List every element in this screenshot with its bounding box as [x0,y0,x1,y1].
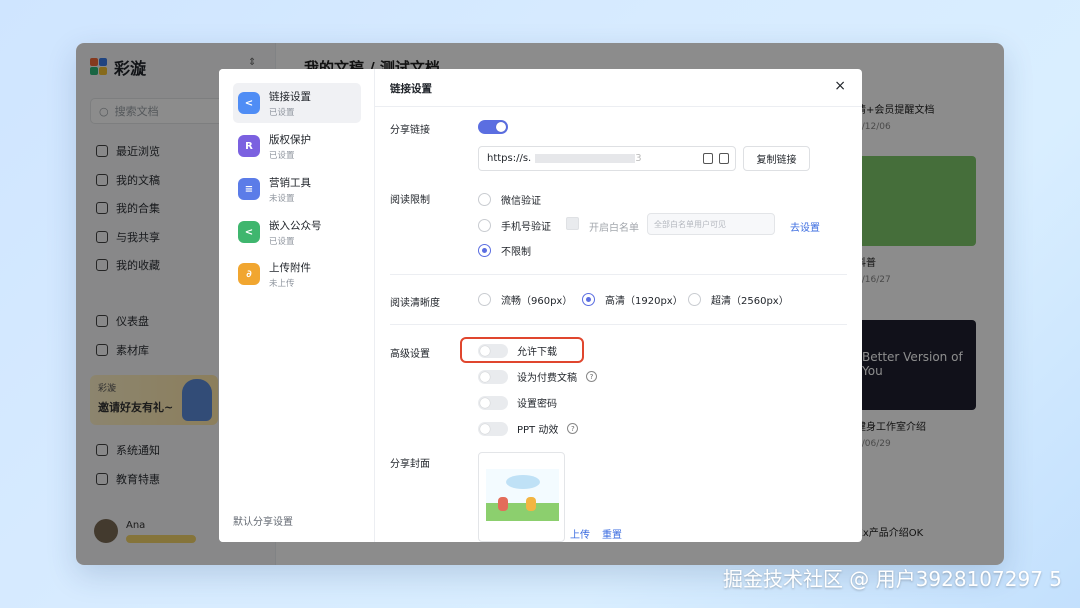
tab-label: 链接设置 [269,90,311,103]
cover-grass [486,503,559,521]
tab-label: 嵌入公众号 [269,219,322,232]
radio-clarity-hd[interactable]: 高清（1920px） [582,292,683,307]
modal-tab-wechat-embed[interactable]: < 嵌入公众号已设置 [233,212,361,252]
share-link-field[interactable]: https://s. 3 [478,146,736,171]
close-icon[interactable]: × [834,79,846,93]
radio-circle [478,193,491,206]
modal-sidebar: < 链接设置 已设置 R 版权保护 已设置 ≡ 营销工具 未设置 < 嵌入公众号 已设置… [219,69,375,542]
toggle-label: 设置密码 [517,399,557,410]
qr-code-icon[interactable] [719,153,729,164]
radio-label: 超清（2560px） [711,296,789,307]
radio-circle [478,244,491,257]
share-cover-image[interactable] [478,452,565,542]
marketing-icon: ≡ [238,178,260,200]
radio-label: 微信验证 [501,196,541,207]
toggle-label: 设为付费文稿 [517,373,577,384]
radio-wechat-verify[interactable]: 微信验证 [478,192,541,207]
modal-tab-marketing[interactable]: ≡ 营销工具未设置 [233,169,361,209]
paid-doc-toggle[interactable] [478,369,508,384]
tab-label: 上传附件 [269,261,311,274]
radio-label: 流畅（960px） [501,296,573,307]
tab-label: 营销工具 [269,176,311,189]
password-toggle[interactable] [478,395,508,410]
tab-status: 已设置 [269,107,295,118]
radio-clarity-smooth[interactable]: 流畅（960px） [478,292,572,307]
copy-file-icon[interactable] [703,153,713,164]
radio-circle [582,293,595,306]
modal-tab-attachment[interactable]: ∂ 上传附件未上传 [233,254,361,294]
cover-figure [498,497,508,511]
modal-tab-link-settings[interactable]: < 链接设置已设置 [233,83,361,123]
cover-thumbnail [486,469,559,521]
whitelist-checkbox[interactable] [566,217,579,230]
tab-status: 未设置 [269,193,295,204]
read-limit-label: 阅读限制 [390,195,430,206]
help-icon[interactable]: ? [586,371,597,382]
modal-content: 链接设置 × 分享链接 https://s. 3 复制链接 阅读限制 微信验证 … [375,69,862,542]
attachment-icon: ∂ [238,263,260,285]
go-settings-link[interactable]: 去设置 [790,219,820,234]
ppt-animation-toggle[interactable] [478,421,508,436]
modal-header: 链接设置 × [375,69,862,107]
whitelist-label: 开启白名单 [589,223,639,234]
default-share-settings-link[interactable]: 默认分享设置 [233,513,293,528]
whitelist-input[interactable]: 全部白名单用户可见 [647,213,775,235]
share-link-label: 分享链接 [390,125,430,136]
modal-tab-copyright[interactable]: R 版权保护已设置 [233,126,361,166]
watermark: 掘金技术社区 @ 用户3928107297 5 [722,567,1062,591]
radio-label: 高清（1920px） [605,296,683,307]
wechat-embed-icon: < [238,221,260,243]
radio-circle [478,293,491,306]
modal-title: 链接设置 [390,83,432,95]
share-link-toggle[interactable] [478,120,508,134]
advanced-label: 高级设置 [390,349,430,360]
cover-cloud [506,475,540,489]
share-cover-label: 分享封面 [390,459,430,470]
radio-label: 不限制 [501,247,531,258]
radio-unlimited[interactable]: 不限制 [478,243,531,258]
link-field-actions [703,153,729,164]
url-redacted [535,154,636,163]
copy-link-button[interactable]: 复制链接 [743,146,810,171]
reset-cover-link[interactable]: 重置 [602,526,622,541]
divider [390,324,847,325]
link-settings-modal: < 链接设置 已设置 R 版权保护 已设置 ≡ 营销工具 未设置 < 嵌入公众号 已设置… [219,69,862,542]
toggle-label: PPT 动效 [517,425,559,436]
password-row: 设置密码 [478,395,557,410]
clarity-label: 阅读清晰度 [390,298,440,309]
radio-circle [688,293,701,306]
copyright-icon: R [238,135,260,157]
radio-phone-verify[interactable]: 手机号验证 [478,218,551,233]
radio-label: 手机号验证 [501,222,551,233]
paid-doc-row: 设为付费文稿 ? [478,369,597,384]
highlight-annotation [460,337,584,363]
tab-status: 已设置 [269,236,295,247]
upload-cover-link[interactable]: 上传 [570,526,590,541]
tab-status: 未上传 [269,278,295,289]
url-suffix: 3 [635,153,642,164]
help-icon[interactable]: ? [567,423,579,434]
tab-label: 版权保护 [269,133,311,146]
tab-status: 已设置 [269,150,295,161]
ppt-animation-row: PPT 动效 ? [478,421,579,436]
url-prefix: https://s. [487,153,532,164]
link-share-icon: < [238,92,260,114]
radio-clarity-uhd[interactable]: 超清（2560px） [688,292,789,307]
divider [390,274,847,275]
radio-circle [478,219,491,232]
cover-figure [526,497,536,511]
